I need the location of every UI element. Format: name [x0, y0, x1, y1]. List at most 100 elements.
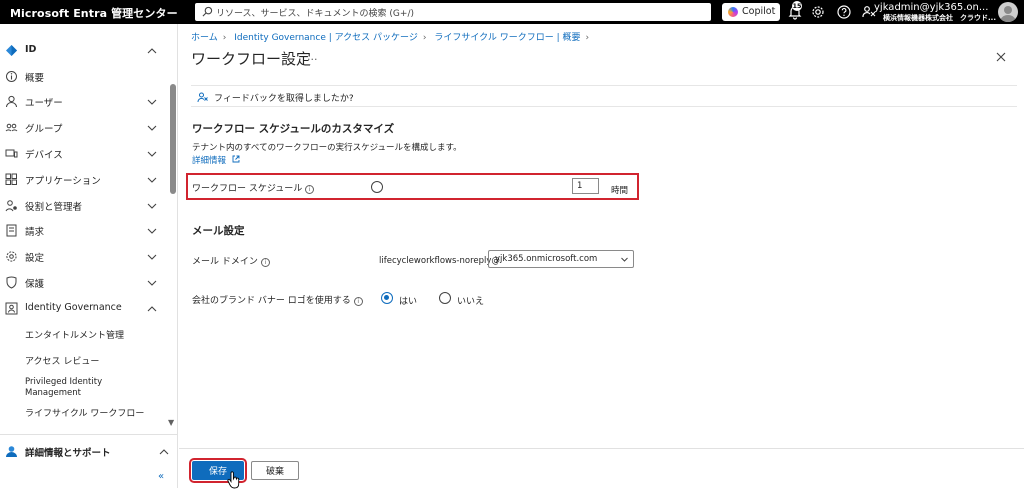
- divider: [0, 434, 178, 435]
- sidebar-item-label: 保護: [25, 279, 45, 290]
- schedule-description: テナント内のすべてのワークフローの実行スケジュールを構成します。: [192, 143, 462, 153]
- billing-icon: [6, 224, 17, 237]
- sidebar-subitem-access-reviews[interactable]: アクセス レビュー: [25, 354, 99, 367]
- chevron-down-icon: [621, 257, 628, 262]
- mail-domain-dropdown[interactable]: yjk365.onmicrosoft.com: [488, 250, 634, 268]
- sidebar-item-label: 請求: [25, 227, 45, 238]
- sidebar-item-roles[interactable]: 役割と管理者: [0, 196, 170, 216]
- chevron-down-icon: [147, 151, 157, 157]
- protection-icon: [6, 276, 17, 289]
- sidebar-item-protection[interactable]: 保護: [0, 273, 170, 293]
- feedback-bar[interactable]: フィードバックを取得しましたか?: [191, 85, 1017, 107]
- avatar[interactable]: [998, 2, 1018, 22]
- sidebar-item-applications[interactable]: アプリケーション: [0, 170, 170, 190]
- chevron-down-icon: [147, 203, 157, 209]
- schedule-interval-input[interactable]: 1: [572, 178, 599, 194]
- info-icon[interactable]: i: [353, 297, 363, 306]
- sidebar-item-label: ID: [25, 44, 37, 55]
- hand-cursor-icon: [227, 471, 240, 489]
- gear-icon[interactable]: [810, 4, 826, 20]
- more-options-button[interactable]: ...: [307, 50, 318, 63]
- chevron-up-icon: [147, 306, 157, 312]
- settings-icon: [6, 251, 17, 262]
- search-icon: [202, 6, 213, 17]
- learn-more-label: 詳細情報: [192, 156, 227, 166]
- copilot-icon: [728, 7, 738, 17]
- sidebar-item-help-support[interactable]: 詳細情報とサポート: [0, 442, 170, 462]
- sidebar-item-users[interactable]: ユーザー: [0, 92, 170, 112]
- brand-no-label[interactable]: いいえ: [457, 294, 484, 307]
- learn-more-link[interactable]: 詳細情報: [192, 154, 240, 166]
- mail-prefix: lifecycleworkflows-noreply@: [379, 256, 500, 266]
- app-title[interactable]: Microsoft Entra 管理センター: [10, 5, 178, 21]
- chevron-up-icon: [159, 449, 169, 455]
- chevron-down-icon: [147, 280, 157, 286]
- collapse-sidebar-button[interactable]: «: [158, 471, 164, 482]
- page-title: ワークフロー設定: [191, 50, 312, 68]
- info-icon[interactable]: i: [305, 185, 315, 194]
- sidebar-item-label: 役割と管理者: [25, 202, 83, 213]
- apps-icon: [5, 173, 17, 185]
- close-icon[interactable]: [995, 51, 1007, 63]
- sidebar-subitem-entitlement[interactable]: エンタイトルメント管理: [25, 328, 124, 341]
- mail-domain-value: yjk365.onmicrosoft.com: [495, 254, 598, 264]
- mail-section-title: メール設定: [192, 225, 245, 237]
- schedule-field-text: ワークフロー スケジュール: [192, 184, 303, 194]
- user-icon: [6, 95, 17, 108]
- schedule-radio[interactable]: [371, 181, 383, 193]
- sidebar-subitem-pim-line1[interactable]: Privileged Identity: [25, 377, 102, 387]
- scroll-down-arrow[interactable]: ▼: [168, 418, 174, 427]
- sidebar-item-identity-governance[interactable]: Identity Governance: [0, 299, 170, 319]
- brand-no-radio[interactable]: [439, 292, 451, 304]
- chevron-down-icon: [147, 228, 157, 234]
- breadcrumb-separator: ›: [585, 33, 590, 43]
- feedback-icon: [197, 92, 208, 103]
- help-icon[interactable]: [836, 4, 852, 20]
- sidebar-item-overview[interactable]: 概要: [0, 67, 170, 87]
- breadcrumb-identity-governance[interactable]: Identity Governance | アクセス パッケージ: [234, 33, 418, 43]
- sidebar-item-label: Identity Governance: [25, 302, 122, 313]
- sidebar-item-label: 詳細情報とサポート: [25, 448, 111, 459]
- mail-domain-text: メール ドメイン: [192, 257, 258, 267]
- sidebar-item-label: デバイス: [25, 150, 63, 161]
- devices-icon: [5, 149, 18, 158]
- sidebar-subitem-pim-line2[interactable]: Management: [25, 388, 81, 398]
- search-box[interactable]: リソース、サービス、ドキュメントの検索 (G+/): [195, 3, 711, 21]
- sidebar: ID 概要 ユーザー グループ デバイス アプリケーション 役割と管理者 請求 …: [0, 24, 178, 488]
- chevron-down-icon: [147, 254, 157, 260]
- sidebar-item-settings[interactable]: 設定: [0, 247, 170, 267]
- top-bar: Microsoft Entra 管理センター リソース、サービス、ドキュメントの…: [0, 0, 1024, 24]
- search-placeholder: リソース、サービス、ドキュメントの検索 (G+/): [216, 9, 414, 19]
- breadcrumb-separator: ›: [422, 33, 427, 43]
- brand-banner-label: 会社のブランド バナー ロゴを使用する i: [192, 293, 363, 306]
- sidebar-item-groups[interactable]: グループ: [0, 118, 170, 138]
- sidebar-item-billing[interactable]: 請求: [0, 221, 170, 241]
- brand-yes-radio[interactable]: [381, 292, 393, 304]
- governance-icon: [5, 302, 18, 315]
- discard-button[interactable]: 破棄: [251, 461, 299, 480]
- schedule-field-label: ワークフロー スケジュール i: [192, 181, 315, 194]
- external-link-icon: [232, 155, 240, 163]
- breadcrumb-separator: ›: [222, 33, 227, 43]
- sidebar-item-label: グループ: [25, 124, 63, 135]
- user-name[interactable]: yjkadmin@yjk365.on...: [874, 2, 988, 13]
- info-icon: [6, 71, 17, 82]
- divider: [179, 448, 1024, 449]
- chevron-down-icon: [147, 125, 157, 131]
- breadcrumb-lifecycle[interactable]: ライフサイクル ワークフロー | 概要: [434, 33, 580, 43]
- breadcrumb-home[interactable]: ホーム: [191, 33, 218, 43]
- sidebar-subitem-lifecycle[interactable]: ライフサイクル ワークフロー: [25, 406, 144, 419]
- schedule-section-title: ワークフロー スケジュールのカスタマイズ: [192, 123, 395, 135]
- brand-yes-label[interactable]: はい: [399, 294, 417, 307]
- sidebar-item-id[interactable]: ID: [0, 41, 170, 61]
- avatar-icon: [1000, 6, 1016, 22]
- sidebar-item-devices[interactable]: デバイス: [0, 144, 170, 164]
- copilot-button[interactable]: Copilot: [722, 3, 780, 21]
- sidebar-scrollbar[interactable]: [170, 84, 176, 194]
- mail-domain-label: メール ドメイン i: [192, 254, 270, 267]
- sidebar-item-label: 設定: [25, 253, 45, 264]
- info-icon[interactable]: i: [260, 258, 270, 267]
- user-org: 横浜情報機器株式会社 クラウド...: [883, 14, 996, 22]
- group-icon: [5, 123, 18, 132]
- schedule-unit: 時間: [611, 186, 629, 196]
